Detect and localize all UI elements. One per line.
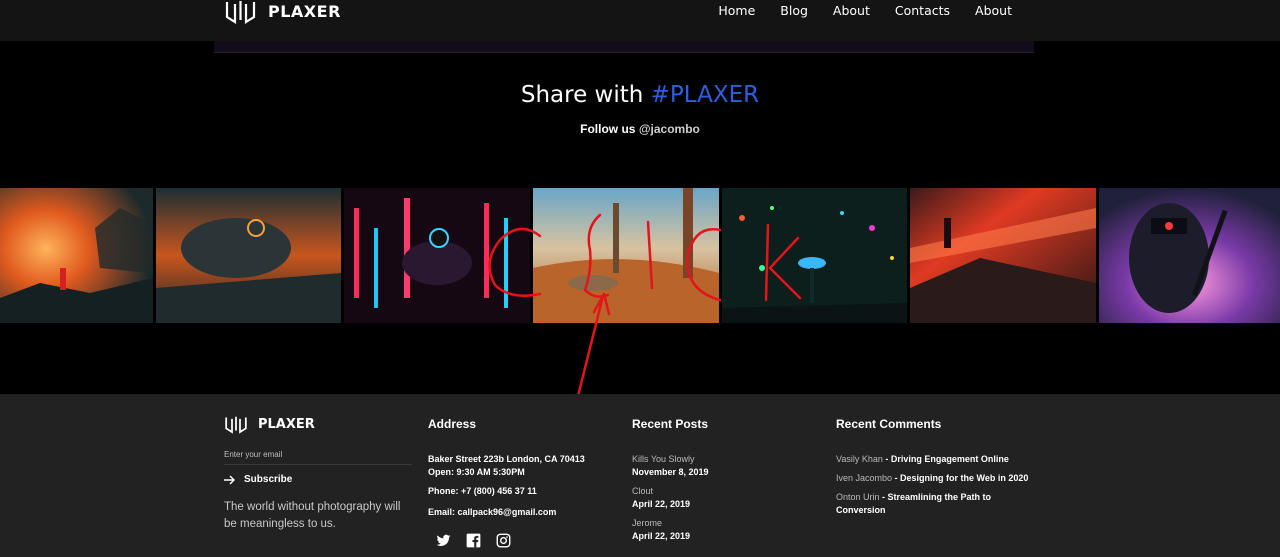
nav-blog[interactable]: Blog: [780, 3, 808, 18]
follow-handle[interactable]: @jacombo: [639, 122, 700, 136]
subscribe-button[interactable]: Subscribe: [224, 474, 412, 485]
arrow-right-icon: [224, 475, 235, 484]
recent-post-item[interactable]: Kills You Slowly November 8, 2019: [632, 453, 709, 479]
comment-author: Onton Urin: [836, 492, 880, 502]
address-line: Baker Street 223b London, CA 70413: [428, 454, 585, 464]
recent-post-item[interactable]: Clout April 22, 2019: [632, 485, 709, 511]
footer-logo-text: PLAXER: [258, 416, 315, 432]
phone-line[interactable]: Phone: +7 (800) 456 37 11: [428, 485, 585, 498]
follow-prefix: Follow us: [580, 122, 636, 136]
gallery-image[interactable]: [910, 188, 1096, 323]
follow-line: Follow us @jacombo: [0, 122, 1280, 136]
gallery-image[interactable]: [722, 188, 907, 323]
logo-text: PLAXER: [268, 1, 341, 21]
logo[interactable]: PLAXER: [224, 0, 341, 24]
main-nav: Home Blog About Contacts About: [718, 3, 1012, 18]
post-title[interactable]: Clout: [632, 485, 709, 498]
nav-about[interactable]: About: [833, 3, 870, 18]
instagram-gallery: [0, 188, 1280, 323]
recent-comments-heading: Recent Comments: [836, 417, 942, 431]
footer-comments-column: Recent Comments Vasily Khan - Driving En…: [836, 394, 1036, 517]
twitter-icon[interactable]: [436, 533, 451, 548]
post-date: April 22, 2019: [632, 531, 691, 541]
hours-line: Open: 9:30 AM 5:30PM: [428, 467, 525, 477]
email-input[interactable]: [224, 450, 412, 465]
gallery-image[interactable]: [0, 188, 153, 323]
footer-tagline: The world without photography will be me…: [224, 501, 401, 530]
footer-address-column: Address Baker Street 223b London, CA 704…: [428, 394, 585, 548]
address-heading: Address: [428, 417, 477, 431]
facebook-icon[interactable]: [466, 533, 481, 548]
gallery-image[interactable]: [344, 188, 530, 323]
comment-author: Iven Jacombo: [836, 473, 893, 483]
nav-about-2[interactable]: About: [975, 3, 1012, 18]
nav-contacts[interactable]: Contacts: [895, 3, 950, 18]
recent-posts-heading: Recent Posts: [632, 417, 709, 431]
nav-home[interactable]: Home: [718, 3, 755, 18]
header-strip: [214, 41, 1034, 53]
social-links: [436, 533, 585, 548]
share-title-prefix: Share with: [520, 82, 644, 108]
logo-icon: [225, 416, 247, 434]
footer-posts-column: Recent Posts Kills You Slowly November 8…: [632, 394, 709, 543]
logo-icon: [225, 1, 256, 24]
post-date: November 8, 2019: [632, 467, 709, 477]
comment-author: Vasily Khan: [836, 454, 883, 464]
footer-logo[interactable]: PLAXER: [224, 414, 412, 434]
post-title[interactable]: Jerome: [632, 517, 709, 530]
post-title[interactable]: Kills You Slowly: [632, 453, 709, 466]
comment-item[interactable]: Onton Urin - Streamlining the Path to Co…: [836, 491, 1036, 517]
comment-item[interactable]: Vasily Khan - Driving Engagement Online: [836, 453, 1036, 466]
gallery-image[interactable]: [1099, 188, 1280, 323]
gallery-image[interactable]: [156, 188, 341, 323]
subscribe-label: Subscribe: [244, 474, 293, 485]
site-footer: PLAXER Subscribe The world without photo…: [0, 394, 1280, 557]
comment-post[interactable]: Driving Engagement Online: [891, 454, 1009, 464]
email-line[interactable]: Email: callpack96@gmail.com: [428, 506, 585, 519]
post-date: April 22, 2019: [632, 499, 691, 509]
share-title: Share with #PLAXER: [0, 82, 1280, 108]
comment-item[interactable]: Iven Jacombo - Designing for the Web in …: [836, 472, 1036, 485]
comment-post[interactable]: Designing for the Web in 2020: [900, 473, 1028, 483]
gallery-image[interactable]: [533, 188, 719, 323]
footer-brand-column: PLAXER Subscribe The world without photo…: [224, 394, 412, 533]
site-header: PLAXER Home Blog About Contacts About: [0, 0, 1280, 41]
share-hashtag[interactable]: #PLAXER: [651, 82, 760, 108]
recent-post-item[interactable]: Jerome April 22, 2019: [632, 517, 709, 543]
instagram-icon[interactable]: [496, 533, 511, 548]
